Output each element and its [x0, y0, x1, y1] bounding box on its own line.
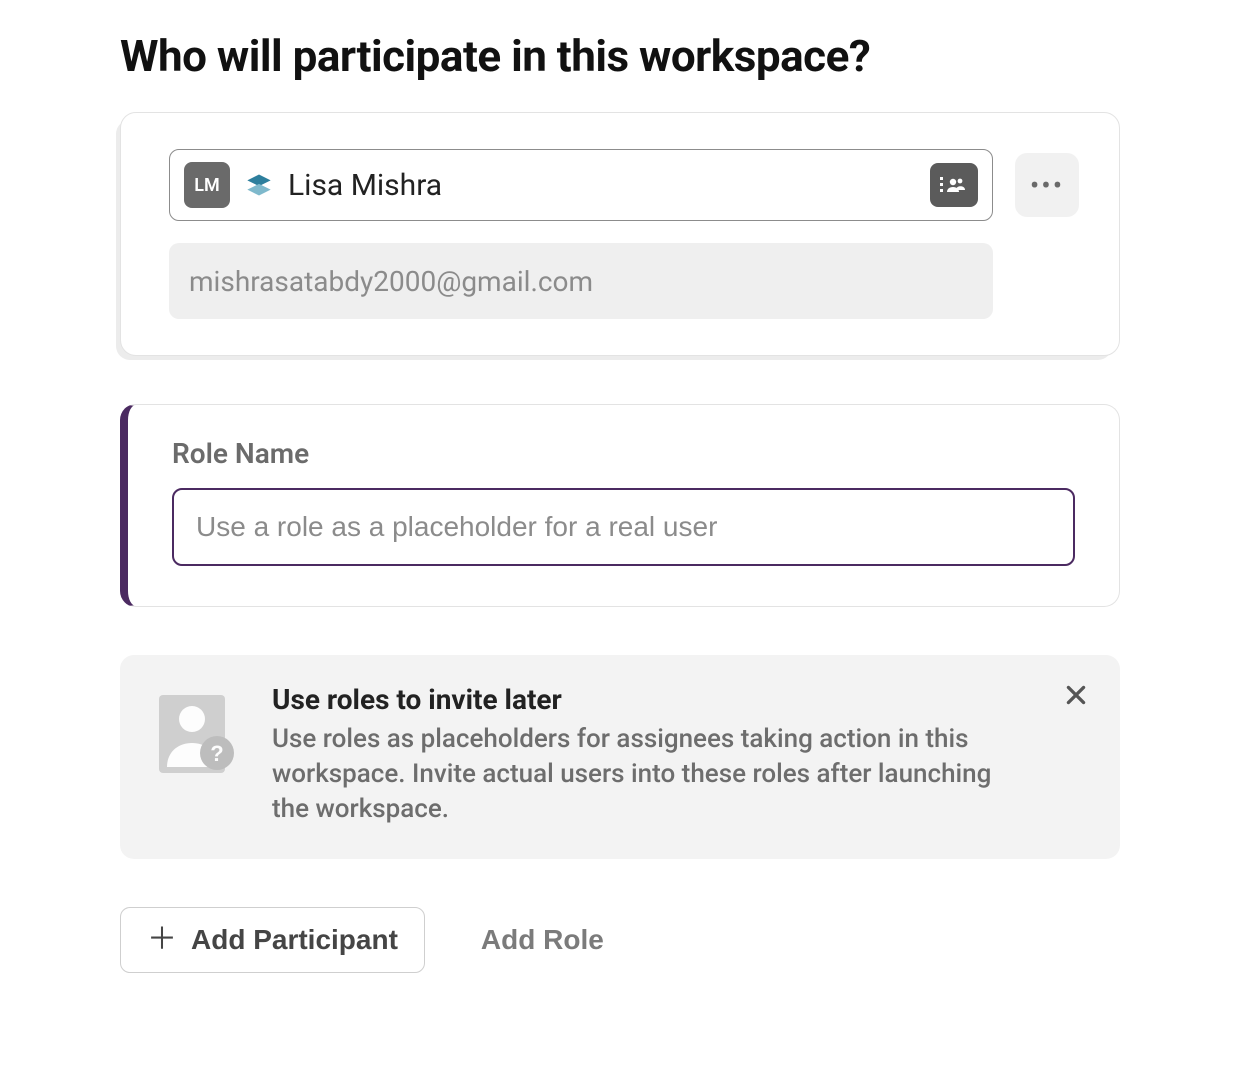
role-card: Role Name — [120, 404, 1120, 607]
more-menu-button[interactable]: ••• — [1015, 153, 1079, 217]
add-participant-button[interactable]: ＋ Add Participant — [120, 907, 425, 973]
person-question-icon: ? — [150, 683, 246, 827]
participant-name-field[interactable]: LM Lisa Mishra — [169, 149, 993, 221]
ellipsis-icon: ••• — [1030, 169, 1064, 202]
roles-info-banner: ? Use roles to invite later Use roles as… — [120, 655, 1120, 859]
add-role-button[interactable]: Add Role — [481, 924, 604, 956]
stack-icon — [244, 170, 274, 200]
dismiss-info-button[interactable] — [1056, 675, 1096, 715]
participant-name: Lisa Mishra — [288, 168, 916, 203]
participant-card: LM Lisa Mishra — [120, 112, 1120, 356]
avatar: LM — [184, 162, 230, 208]
add-participant-label: Add Participant — [191, 924, 398, 956]
close-icon — [1063, 682, 1089, 708]
participant-email: mishrasatabdy2000@gmail.com — [189, 265, 593, 298]
participant-row: LM Lisa Mishra — [169, 149, 1079, 221]
plus-icon: ＋ — [147, 925, 177, 955]
participant-email-field[interactable]: mishrasatabdy2000@gmail.com — [169, 243, 993, 319]
info-title: Use roles to invite later — [272, 683, 1090, 716]
role-name-label: Role Name — [172, 437, 1075, 470]
address-book-button[interactable] — [930, 163, 978, 207]
actions-row: ＋ Add Participant Add Role — [120, 907, 1120, 973]
page-title: Who will participate in this workspace? — [120, 30, 1120, 82]
info-description: Use roles as placeholders for assignees … — [272, 722, 1012, 827]
role-name-input[interactable] — [172, 488, 1075, 566]
svg-text:?: ? — [210, 741, 223, 766]
